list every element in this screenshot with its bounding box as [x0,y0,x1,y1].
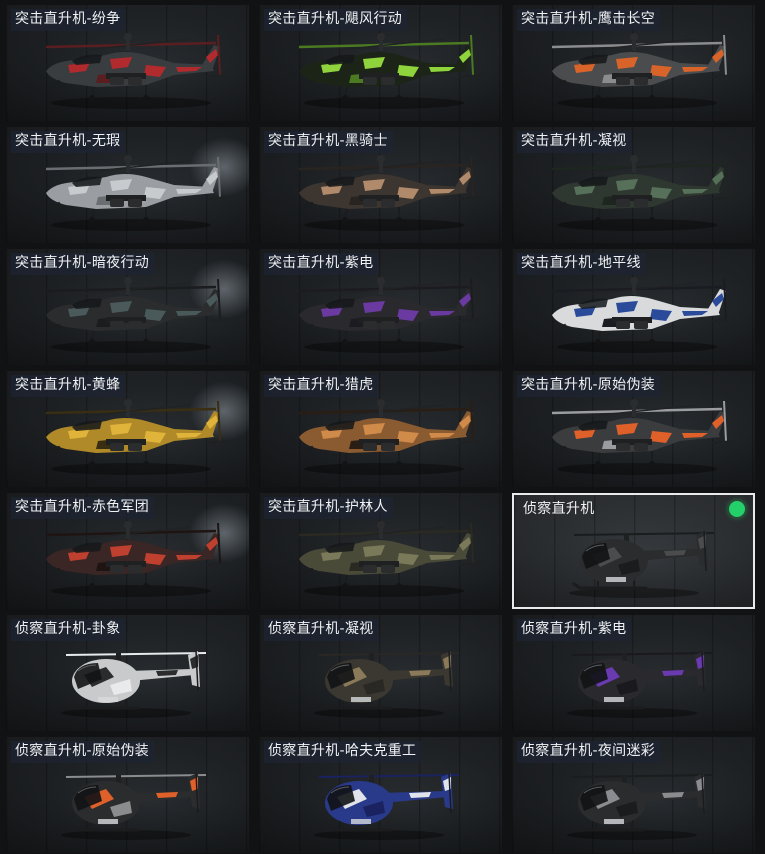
skin-card-13[interactable]: 突击直升机-护林人 [259,493,502,609]
skin-card-label: 侦察直升机-凝视 [264,619,379,641]
skin-card-10[interactable]: 突击直升机-猎虎 [259,371,502,487]
skin-grid: 突击直升机-纷争 突击直升机-飓风行动 突击直升机-鹰击长空 突击直升机-无瑕 … [0,0,765,854]
skin-card-label: 突击直升机-无瑕 [11,131,126,153]
skin-card-label: 突击直升机-地平线 [517,253,646,275]
skin-card-label: 突击直升机-暗夜行动 [11,253,155,275]
skin-card-label: 突击直升机-鹰击长空 [517,9,661,31]
skin-card-1[interactable]: 突击直升机-飓风行动 [259,5,502,121]
skin-card-label: 侦察直升机-卦象 [11,619,126,641]
skin-card-0[interactable]: 突击直升机-纷争 [6,5,249,121]
skin-card-label: 突击直升机-赤色军团 [11,497,155,519]
skin-card-8[interactable]: 突击直升机-地平线 [512,249,755,365]
skin-card-14[interactable]: 侦察直升机 [512,493,755,609]
skin-card-12[interactable]: 突击直升机-赤色军团 [6,493,249,609]
skin-card-label: 突击直升机-凝视 [517,131,632,153]
skin-card-label: 侦察直升机-夜间迷彩 [517,741,661,763]
skin-card-6[interactable]: 突击直升机-暗夜行动 [6,249,249,365]
skin-card-11[interactable]: 突击直升机-原始伪装 [512,371,755,487]
skin-card-label: 突击直升机-紫电 [264,253,379,275]
skin-card-18[interactable]: 侦察直升机-原始伪装 [6,737,249,853]
skin-card-label: 侦察直升机-紫电 [517,619,632,641]
skin-card-17[interactable]: 侦察直升机-紫电 [512,615,755,731]
skin-card-19[interactable]: 侦察直升机-哈夫克重工 [259,737,502,853]
skin-card-label: 突击直升机-飓风行动 [264,9,408,31]
skin-card-2[interactable]: 突击直升机-鹰击长空 [512,5,755,121]
skin-card-label: 突击直升机-纷争 [11,9,126,31]
skin-card-20[interactable]: 侦察直升机-夜间迷彩 [512,737,755,853]
skin-card-16[interactable]: 侦察直升机-凝视 [259,615,502,731]
skin-card-label: 侦察直升机-哈夫克重工 [264,741,422,763]
skin-card-5[interactable]: 突击直升机-凝视 [512,127,755,243]
skin-card-7[interactable]: 突击直升机-紫电 [259,249,502,365]
skin-card-3[interactable]: 突击直升机-无瑕 [6,127,249,243]
skin-card-label: 突击直升机-原始伪装 [517,375,661,397]
skin-card-4[interactable]: 突击直升机-黑骑士 [259,127,502,243]
skin-card-label: 突击直升机-黑骑士 [264,131,393,153]
skin-card-15[interactable]: 侦察直升机-卦象 [6,615,249,731]
skin-card-9[interactable]: 突击直升机-黄蜂 [6,371,249,487]
skin-card-label: 突击直升机-猎虎 [264,375,379,397]
skin-card-label: 侦察直升机 [523,501,595,517]
skin-card-label: 侦察直升机-原始伪装 [11,741,155,763]
skin-card-label: 突击直升机-黄蜂 [11,375,126,397]
skin-card-label: 突击直升机-护林人 [264,497,393,519]
equipped-indicator-icon [729,501,745,517]
